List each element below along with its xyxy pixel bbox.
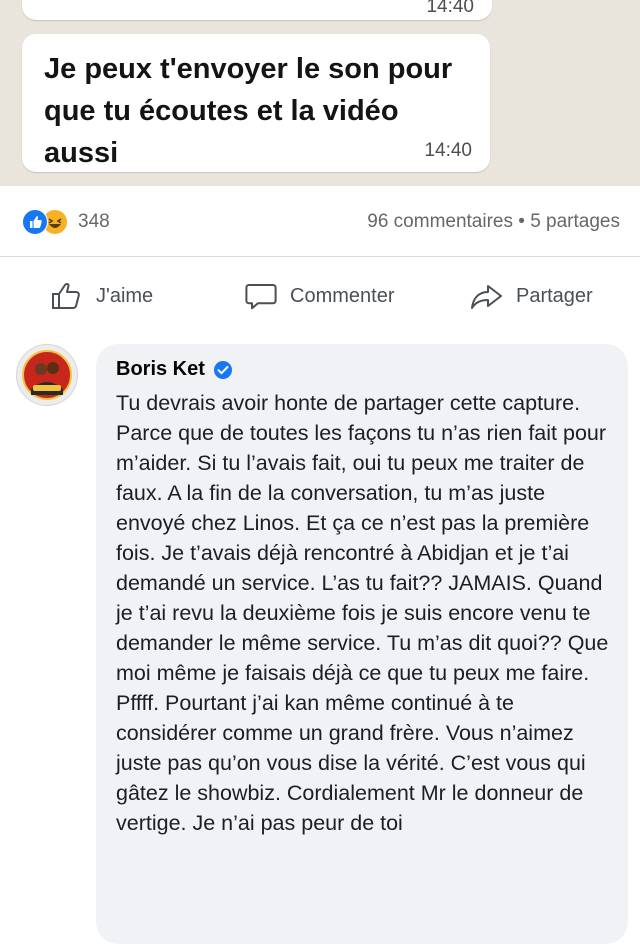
reaction-icons[interactable] bbox=[22, 209, 76, 235]
comments-shares-count[interactable]: 96 commentaires • 5 partages bbox=[367, 211, 620, 233]
post-action-bar: J'aime Commenter Partager bbox=[0, 257, 640, 333]
reactions-bar: 348 96 commentaires • 5 partages bbox=[0, 186, 640, 257]
like-button[interactable]: J'aime bbox=[50, 281, 153, 311]
share-arrow-icon bbox=[471, 285, 502, 309]
share-button[interactable]: Partager bbox=[470, 281, 593, 311]
chat-message-time: 14:40 bbox=[424, 140, 472, 161]
share-label: Partager bbox=[516, 284, 593, 307]
comment-label: Commenter bbox=[290, 284, 395, 307]
chat-screenshot-image: contacter 14:40 Je peux t'envoyer le son… bbox=[0, 0, 640, 186]
commenter-avatar[interactable] bbox=[16, 344, 78, 406]
chat-message-text: Je peux t'envoyer le son pour que tu éco… bbox=[44, 53, 453, 169]
like-label: J'aime bbox=[96, 284, 154, 307]
reaction-count[interactable]: 348 bbox=[78, 211, 110, 233]
comment-author-row: Boris Ket bbox=[116, 358, 233, 381]
comment-bubble-icon bbox=[245, 284, 277, 310]
like-icon bbox=[22, 209, 48, 235]
comment-bubble: Boris Ket Tu devrais avoir honte de part… bbox=[96, 344, 628, 944]
chat-bubble-message: Je peux t'envoyer le son pour que tu éco… bbox=[22, 34, 490, 172]
verified-badge-icon bbox=[213, 360, 232, 379]
chat-partial-time: 14:40 bbox=[426, 0, 474, 17]
thumbs-up-icon bbox=[52, 283, 80, 309]
comment-text: Tu devrais avoir honte de partager cette… bbox=[116, 391, 609, 835]
comment-author-name[interactable]: Boris Ket bbox=[116, 358, 205, 381]
comment-button[interactable]: Commenter bbox=[244, 281, 394, 311]
chat-bubble-partial: contacter 14:40 bbox=[22, 0, 492, 20]
